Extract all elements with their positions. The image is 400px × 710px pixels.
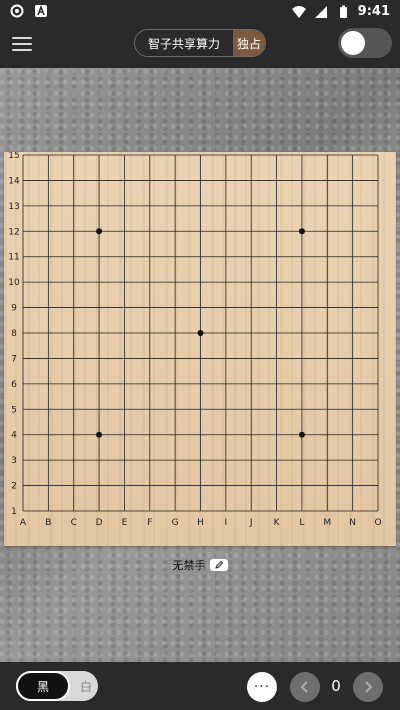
row-label: 13 bbox=[8, 202, 19, 212]
row-label: 3 bbox=[11, 456, 17, 466]
rule-label: 无禁手 bbox=[172, 559, 206, 572]
row-label: 10 bbox=[8, 278, 20, 288]
col-label: A bbox=[20, 518, 27, 528]
row-label: 5 bbox=[11, 405, 17, 415]
app-icon bbox=[35, 4, 47, 17]
status-bar: 9:41 bbox=[0, 0, 400, 24]
row-label: 4 bbox=[11, 431, 17, 441]
star-point bbox=[298, 431, 305, 438]
col-label: C bbox=[71, 518, 77, 528]
star-point bbox=[298, 228, 305, 235]
bottom-bar: 白 黑 ··· 0 bbox=[0, 662, 400, 710]
col-label: E bbox=[122, 518, 128, 528]
col-label: O bbox=[374, 518, 381, 528]
black-option[interactable]: 黑 bbox=[16, 671, 70, 701]
star-point bbox=[96, 228, 103, 235]
battery-icon bbox=[339, 5, 347, 18]
row-label: 14 bbox=[8, 176, 20, 186]
settings-toggle[interactable] bbox=[338, 28, 392, 58]
col-label: N bbox=[349, 518, 356, 528]
more-button[interactable]: ··· bbox=[247, 672, 277, 702]
signal-icon bbox=[314, 5, 327, 18]
gear-icon bbox=[10, 4, 24, 18]
row-label: 8 bbox=[11, 329, 17, 339]
hamburger-icon[interactable] bbox=[12, 36, 32, 52]
rule-row: 无禁手 bbox=[0, 556, 400, 574]
col-label: L bbox=[299, 518, 304, 528]
col-label: M bbox=[323, 518, 331, 528]
col-label: H bbox=[197, 518, 204, 528]
move-count: 0 bbox=[331, 677, 341, 695]
wifi-icon bbox=[291, 5, 306, 18]
prev-move-button[interactable] bbox=[290, 672, 320, 702]
row-label: 11 bbox=[8, 253, 19, 263]
toggle-knob bbox=[341, 31, 365, 55]
col-label: G bbox=[172, 518, 179, 528]
stone-color-toggle[interactable]: 白 黑 bbox=[16, 671, 98, 701]
compute-mode-switch[interactable]: 智子共享算力 独占 bbox=[134, 29, 266, 57]
col-label: B bbox=[45, 518, 51, 528]
row-label: 15 bbox=[8, 152, 19, 161]
col-label: K bbox=[274, 518, 281, 528]
board-grid[interactable]: A B C D E F G H I J K L M N O 15 14 13 12 11 10 9 8 7 6 5 4 3 2 1 bbox=[4, 152, 396, 546]
row-label: 9 bbox=[11, 304, 17, 314]
chevron-left-icon bbox=[300, 681, 308, 693]
top-bar: 智子共享算力 独占 bbox=[0, 24, 400, 68]
row-label: 12 bbox=[8, 227, 19, 237]
row-label: 2 bbox=[11, 482, 17, 492]
shared-compute-option[interactable]: 智子共享算力 bbox=[135, 30, 233, 56]
row-label: 1 bbox=[11, 507, 17, 517]
status-time: 9:41 bbox=[357, 4, 390, 19]
star-point bbox=[96, 431, 103, 438]
star-point bbox=[197, 330, 204, 336]
exclusive-compute-option[interactable]: 独占 bbox=[233, 30, 265, 56]
board-background: A B C D E F G H I J K L M N O 15 14 13 12 11 10 9 8 7 6 5 4 3 2 1 无禁手 bbox=[0, 68, 400, 662]
col-label: J bbox=[249, 518, 253, 528]
gomoku-board[interactable]: A B C D E F G H I J K L M N O 15 14 13 12 11 10 9 8 7 6 5 4 3 2 1 bbox=[4, 152, 396, 546]
chevron-right-icon bbox=[365, 681, 373, 693]
col-label: D bbox=[96, 518, 103, 528]
col-label: F bbox=[147, 518, 152, 528]
col-label: I bbox=[225, 518, 228, 528]
row-label: 7 bbox=[11, 354, 17, 364]
row-label: 6 bbox=[11, 380, 17, 390]
pencil-icon[interactable] bbox=[209, 559, 228, 571]
next-move-button[interactable] bbox=[353, 672, 383, 702]
white-option[interactable]: 白 bbox=[80, 678, 92, 695]
